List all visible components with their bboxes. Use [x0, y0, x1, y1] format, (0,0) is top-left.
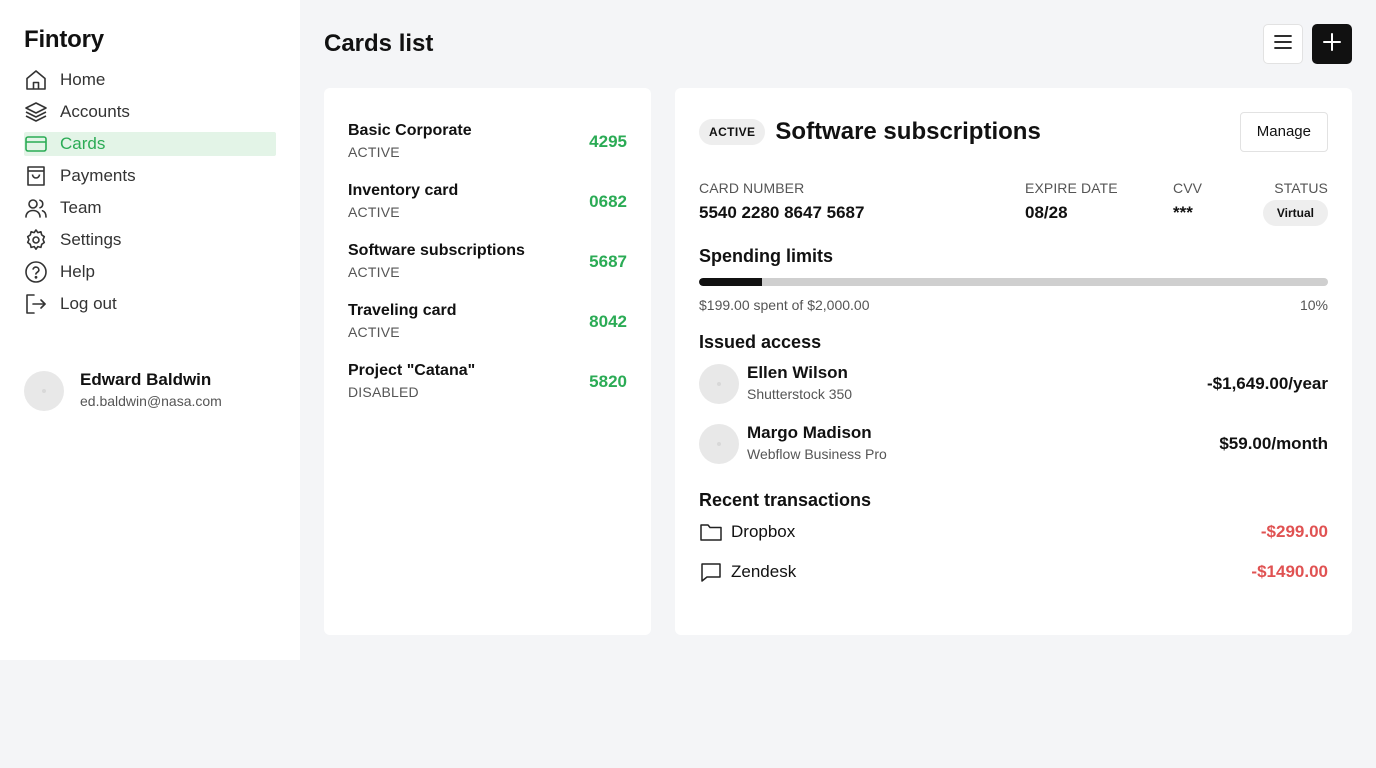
card-list-item[interactable]: Basic Corporate ACTIVE 4295: [348, 112, 627, 172]
user-profile[interactable]: Edward Baldwin ed.baldwin@nasa.com: [24, 370, 222, 412]
page-title: Cards list: [324, 30, 434, 57]
brand-logo: Fintory: [24, 26, 104, 53]
card-last4: 4295: [589, 132, 627, 151]
sidebar-item-label: Accounts: [60, 102, 130, 121]
message-square-icon: [699, 560, 723, 584]
hamburger-icon: [1273, 32, 1293, 57]
card-status: ACTIVE: [348, 204, 400, 220]
folder-icon: [699, 520, 723, 544]
avatar: [699, 424, 739, 464]
spending-limits-title: Spending limits: [699, 246, 834, 266]
card-last4: 0682: [589, 192, 627, 211]
sidebar-item-label: Log out: [60, 294, 117, 313]
card-number: 5540 2280 8647 5687: [699, 203, 865, 222]
sidebar-item-payments[interactable]: Payments: [24, 164, 276, 188]
sidebar-item-accounts[interactable]: Accounts: [24, 100, 276, 124]
transaction-name: Dropbox: [731, 522, 796, 541]
access-amount: $59.00/month: [1219, 434, 1328, 453]
transaction-item[interactable]: Dropbox -$299.00: [699, 512, 1328, 552]
card-name: Traveling card: [348, 302, 457, 319]
card-list-item[interactable]: Traveling card ACTIVE 8042: [348, 292, 627, 352]
manage-button[interactable]: Manage: [1239, 112, 1328, 152]
expire-date-label: EXPIRE DATE: [1025, 180, 1118, 196]
sidebar-item-logout[interactable]: Log out: [24, 292, 276, 316]
plus-icon: [1322, 32, 1342, 57]
transaction-name: Zendesk: [731, 562, 797, 581]
card-number-label: CARD NUMBER: [699, 180, 805, 196]
sidebar-item-label: Payments: [60, 166, 136, 185]
spending-progress-bar: [699, 278, 1328, 286]
spending-progress-fill: [699, 278, 762, 286]
access-amount: -$1,649.00/year: [1207, 374, 1328, 393]
layers-icon: [24, 100, 48, 124]
transaction-amount: -$1490.00: [1251, 562, 1328, 581]
menu-button[interactable]: [1263, 24, 1303, 64]
card-detail-panel: ACTIVE Software subscriptions Manage CAR…: [675, 88, 1352, 635]
gear-icon: [24, 228, 48, 252]
card-name: Inventory card: [348, 182, 459, 199]
access-item[interactable]: Margo Madison Webflow Business Pro $59.0…: [699, 414, 1328, 474]
logout-icon: [24, 292, 48, 316]
avatar: [24, 371, 64, 411]
sidebar-item-help[interactable]: Help: [24, 260, 276, 284]
status-pill: Virtual: [1262, 200, 1328, 226]
card-last4: 5820: [589, 372, 627, 391]
issued-access-title: Issued access: [699, 332, 822, 352]
cvv-label: CVV: [1173, 180, 1203, 196]
access-subscription: Shutterstock 350: [747, 386, 853, 402]
sidebar-item-label: Settings: [60, 230, 122, 249]
access-item[interactable]: Ellen Wilson Shutterstock 350 -$1,649.00…: [699, 354, 1328, 414]
card-name: Project "Catana": [348, 362, 476, 379]
shopping-bag-icon: [24, 164, 48, 188]
access-name: Ellen Wilson: [747, 363, 848, 382]
spent-percent: 10%: [1299, 297, 1328, 313]
sidebar-item-label: Team: [60, 198, 102, 217]
add-card-button[interactable]: [1312, 24, 1352, 64]
cards-list: Basic Corporate ACTIVE 4295 Inventory car…: [324, 88, 651, 635]
card-last4: 8042: [589, 312, 627, 331]
card-list-item[interactable]: Software subscriptions ACTIVE 5687: [348, 232, 627, 292]
card-status: ACTIVE: [348, 264, 400, 280]
user-email: ed.baldwin@nasa.com: [80, 393, 222, 409]
transaction-item[interactable]: Zendesk -$1490.00: [699, 552, 1328, 592]
user-name: Edward Baldwin: [80, 370, 212, 389]
transaction-amount: -$299.00: [1260, 522, 1328, 541]
home-icon: [24, 68, 48, 92]
card-name: Software subscriptions: [348, 242, 525, 259]
spent-text: $199.00 spent of $2,000.00: [699, 297, 870, 313]
access-subscription: Webflow Business Pro: [747, 446, 887, 462]
sidebar: Fintory Home Accounts Cards Payments Tea…: [0, 0, 300, 660]
sidebar-item-label: Home: [60, 70, 106, 89]
card-status: ACTIVE: [348, 324, 400, 340]
avatar: [699, 364, 739, 404]
sidebar-item-label: Cards: [60, 134, 106, 153]
card-last4: 5687: [589, 252, 627, 271]
help-circle-icon: [24, 260, 48, 284]
status-badge: ACTIVE: [699, 119, 766, 145]
card-status: DISABLED: [348, 384, 419, 400]
status-label: STATUS: [1274, 180, 1328, 196]
card-list-item[interactable]: Project "Catana" DISABLED 5820: [348, 352, 627, 412]
sidebar-item-home[interactable]: Home: [24, 68, 276, 92]
card-name: Basic Corporate: [348, 122, 472, 139]
card-status: ACTIVE: [348, 144, 400, 160]
access-name: Margo Madison: [747, 423, 872, 442]
sidebar-item-team[interactable]: Team: [24, 196, 276, 220]
sidebar-item-cards[interactable]: Cards: [24, 132, 276, 156]
recent-transactions-title: Recent transactions: [699, 490, 872, 510]
cvv-value: ***: [1173, 203, 1193, 222]
expire-date: 08/28: [1025, 203, 1068, 222]
sidebar-item-settings[interactable]: Settings: [24, 228, 276, 252]
sidebar-item-label: Help: [60, 262, 95, 281]
card-list-item[interactable]: Inventory card ACTIVE 0682: [348, 172, 627, 232]
credit-card-icon: [24, 132, 48, 156]
users-icon: [24, 196, 48, 220]
card-title: Software subscriptions: [775, 118, 1041, 145]
